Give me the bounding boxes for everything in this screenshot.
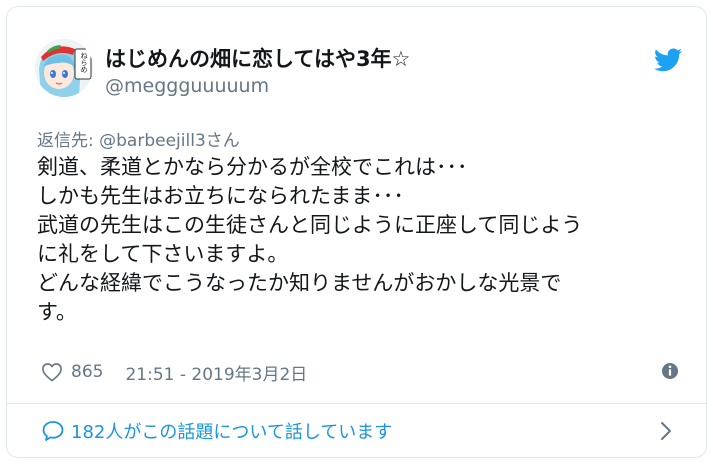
conversation-text: 182人がこの話題について話しています: [71, 422, 393, 443]
tweet-line: どんな経緯でこうなったか知りませんがおかしな光景で: [37, 271, 562, 295]
display-name[interactable]: はじめんの畑に恋してはや3年☆: [105, 43, 410, 73]
tweet-card: ねらめ はじめんの畑に恋してはや3年☆ @meggguuuuum 返信先: @b…: [6, 6, 707, 458]
tweet-timestamp[interactable]: 21:51 - 2019年3月2日: [125, 360, 307, 385]
speech-bubble-icon: [42, 421, 64, 441]
reply-to: 返信先: @barbeejill3さん: [37, 126, 240, 151]
twitter-bird-icon[interactable]: [654, 48, 682, 72]
tweet-line: す。: [37, 300, 77, 324]
tweet-line: 武道の先生はこの生徒さんと同じように正座して同じよう: [37, 213, 583, 237]
tweet-line: に礼をして下さいますよ。: [37, 242, 289, 266]
tweet-line: 剣道、柔道とかなら分かるが全校でこれは･･･: [37, 155, 468, 179]
reply-to-target[interactable]: @barbeejill3さん: [99, 131, 240, 151]
info-icon[interactable]: [660, 361, 680, 381]
tweet-line: しかも先生はお立ちになられたまま･･･: [37, 184, 404, 208]
avatar-badge-text: ねらめ: [80, 52, 88, 73]
tweet-meta: 865 21:51 - 2019年3月2日: [41, 360, 307, 385]
avatar[interactable]: ねらめ: [35, 39, 93, 97]
like-count[interactable]: 865: [71, 362, 103, 382]
conversation-link[interactable]: 182人がこの話題について話しています: [7, 404, 706, 458]
heart-icon[interactable]: [41, 362, 63, 382]
reply-to-prefix: 返信先:: [37, 131, 100, 151]
user-handle[interactable]: @meggguuuuum: [105, 75, 269, 97]
tweet-text: 剣道、柔道とかなら分かるが全校でこれは･･･ しかも先生はお立ちになられたまま･…: [37, 153, 677, 327]
chevron-right-icon: [661, 422, 671, 440]
